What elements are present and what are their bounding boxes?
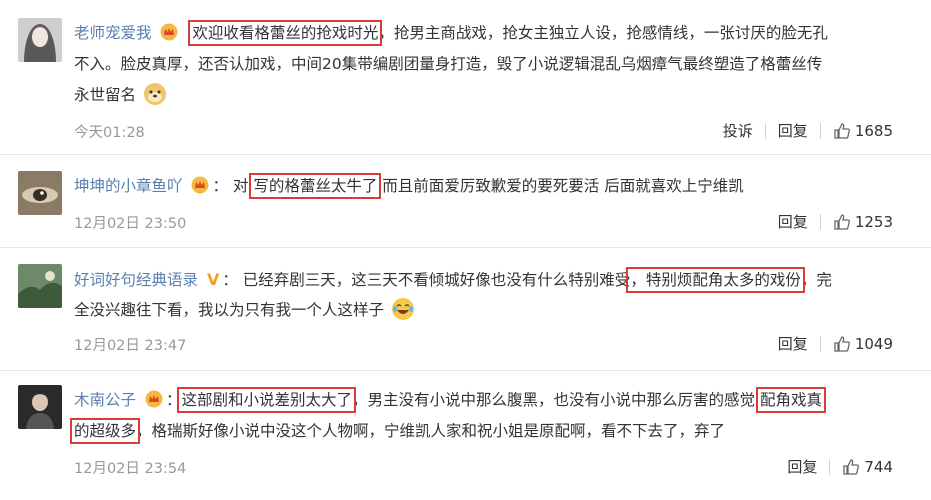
- like-button[interactable]: 1253: [823, 213, 893, 231]
- comment-text: ，格瑞斯好像小说中没这个人物啊，宁维凯人家和祝小姐是原配啊，看不下去了，弃了: [136, 422, 726, 440]
- highlighted-text: 配角戏真: [755, 387, 826, 413]
- crown-badge-icon[interactable]: [160, 21, 178, 41]
- timestamp: 今天01:28: [74, 125, 145, 141]
- avatar[interactable]: [18, 385, 62, 429]
- comment-item: 木南公子 ：这部剧和小说差别太大了，男主没有小说中那么腹黑，也没有小说中那么厉害…: [0, 371, 931, 500]
- thumbs-up-icon: [834, 335, 850, 352]
- reply-button[interactable]: 回复: [768, 211, 818, 232]
- comment-text: 不入。脸皮真厚，还否认加戏，中间20集带编剧团量身打造，毁了小说逻辑混乱乌烟瘴气…: [74, 55, 823, 73]
- username[interactable]: 坤坤的小章鱼吖: [74, 177, 183, 195]
- divider: [764, 122, 766, 139]
- comment-item: 老师宠爱我 欢迎收看格蕾丝的抢戏时光，抢男主商战戏，抢女主独立人设，抢感情线，一…: [0, 0, 931, 155]
- like-count: 1253: [854, 212, 893, 231]
- comment-text: ，完: [800, 271, 832, 289]
- thumbs-up-icon: [834, 122, 850, 139]
- comment-text: 全没兴趣往下看，我以为只有我一个人这样子: [74, 301, 385, 319]
- like-count: 1685: [854, 121, 893, 140]
- username[interactable]: 木南公子: [74, 391, 136, 409]
- username[interactable]: 好词好句经典语录: [74, 271, 198, 289]
- highlighted-text: ，特别烦配角太多的戏份: [626, 267, 805, 293]
- comment-text: ，男主没有小说中那么腹黑，也没有小说中那么厉害的感觉: [351, 391, 755, 409]
- verified-v-icon[interactable]: V: [207, 264, 219, 295]
- like-count: 744: [864, 457, 893, 476]
- like-button[interactable]: 744: [832, 458, 893, 476]
- like-count: 1049: [854, 334, 893, 353]
- reply-button[interactable]: 回复: [768, 333, 818, 354]
- laugh-cry-emoji-icon: [391, 297, 415, 321]
- doge-emoji-icon: [143, 82, 167, 106]
- comment-item: 好词好句经典语录 V： 已经弃剧三天，这三天不看倾城好像也没有什么特别难受，特别…: [0, 248, 931, 371]
- avatar[interactable]: [18, 18, 62, 62]
- comment-text: 已经弃剧三天，这三天不看倾城好像也没有什么特别难受: [242, 271, 631, 289]
- highlighted-text: 的超级多: [69, 418, 141, 444]
- highlighted-text: 这部剧和小说差别太大了: [177, 387, 356, 413]
- highlighted-text: 欢迎收看格蕾丝的抢戏时光: [188, 20, 383, 46]
- timestamp: 12月02日 23:54: [74, 461, 187, 477]
- reply-button[interactable]: 回复: [768, 120, 818, 141]
- thumbs-up-icon: [834, 213, 850, 230]
- report-button[interactable]: 投诉: [713, 120, 763, 141]
- crown-badge-icon[interactable]: [191, 174, 209, 194]
- username[interactable]: 老师宠爱我: [74, 24, 152, 42]
- like-button[interactable]: 1685: [823, 122, 893, 140]
- comment-text: 永世留名: [74, 86, 137, 104]
- comment-text: 而且前面爱厉致歉爱的要死要活 后面就喜欢上宁维凯: [382, 177, 744, 195]
- comment-text: 对: [232, 177, 254, 195]
- avatar[interactable]: [18, 264, 62, 308]
- comment-item: 坤坤的小章鱼吖 ： 对 写的格蕾丝太牛了 而且前面爱厉致歉爱的要死要活 后面就喜…: [0, 155, 931, 255]
- divider: [819, 213, 821, 230]
- comment-text: ，抢男主商战戏，抢女主独立人设，抢感情线，一张讨厌的脸无孔: [378, 24, 828, 42]
- thumbs-up-icon: [843, 458, 860, 475]
- crown-badge-icon[interactable]: [145, 388, 163, 408]
- divider: [819, 122, 821, 139]
- timestamp: 12月02日 23:50: [74, 216, 187, 232]
- highlighted-text: 写的格蕾丝太牛了: [249, 173, 382, 199]
- like-button[interactable]: 1049: [823, 335, 893, 353]
- divider: [829, 458, 831, 475]
- divider: [819, 335, 821, 352]
- reply-button[interactable]: 回复: [777, 456, 827, 477]
- timestamp: 12月02日 23:47: [74, 338, 187, 354]
- avatar[interactable]: [18, 171, 62, 215]
